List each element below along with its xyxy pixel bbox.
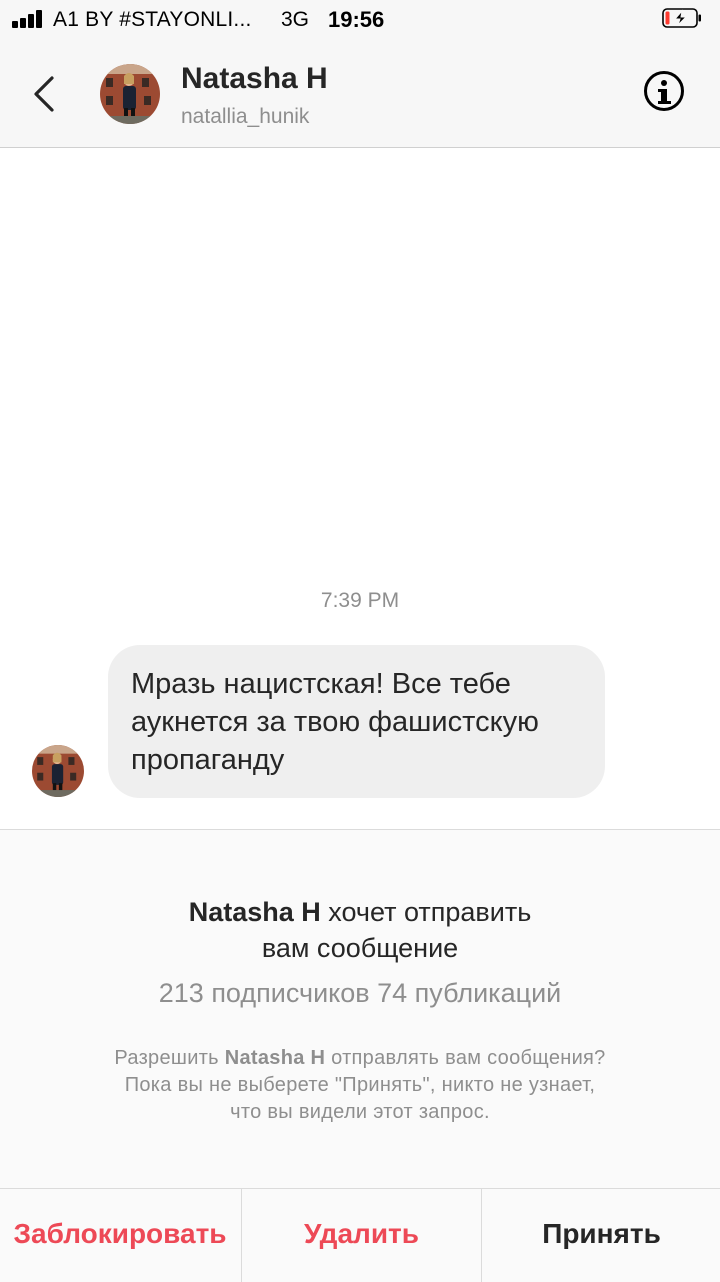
request-title: Natasha H хочет отправить вам сообщение [0, 894, 720, 966]
request-body-line-3: что вы видели этот запрос. [230, 1101, 490, 1123]
network-type: 3G [281, 8, 310, 31]
request-title-text-2: вам сообщение [261, 933, 459, 963]
message-request-panel: Natasha H хочет отправить вам сообщение … [0, 829, 720, 1282]
request-actions: Заблокировать Удалить Принять [0, 1188, 720, 1282]
battery-charging-icon [662, 8, 701, 28]
message-timestamp: 7:39 PM [320, 589, 400, 612]
signal-icon [12, 10, 46, 28]
avatar-photo [32, 745, 84, 797]
request-body-prefix: Разрешить [114, 1047, 225, 1069]
info-icon[interactable] [644, 71, 684, 111]
message-text-line: аукнется за твою фашистскую [131, 706, 539, 738]
chat-header: Natasha H natallia_hunik [0, 40, 720, 148]
contact-username[interactable]: natallia_hunik [181, 105, 309, 129]
contact-name[interactable]: Natasha H [181, 62, 328, 96]
message-text-line: пропаганду [131, 744, 285, 776]
back-chevron-icon[interactable] [26, 70, 66, 118]
request-title-name: Natasha H [188, 897, 321, 927]
request-body: Разрешить Natasha H отправлять вам сообщ… [0, 1045, 720, 1126]
message-bubble[interactable]: Мразь нацистская! Все тебе аукнется за т… [108, 645, 605, 798]
block-button[interactable]: Заблокировать [0, 1189, 240, 1282]
status-time: 19:56 [328, 7, 385, 32]
accept-button[interactable]: Принять [481, 1189, 720, 1282]
request-title-text: хочет отправить [320, 897, 532, 927]
message-text-line: Мразь нацистская! Все тебе [131, 668, 511, 700]
request-body-suffix: отправлять вам сообщения? [325, 1047, 606, 1069]
status-bar: A1 BY #STAYONLI... 3G 19:56 [0, 0, 720, 40]
carrier-label: A1 BY #STAYONLI... [53, 8, 252, 31]
sender-avatar[interactable] [32, 745, 84, 797]
request-stats: 213 подписчиков 74 публикаций [158, 978, 562, 1008]
avatar-photo [100, 64, 160, 124]
delete-button[interactable]: Удалить [241, 1189, 481, 1282]
request-body-name: Natasha H [224, 1047, 326, 1069]
avatar[interactable] [100, 64, 160, 124]
request-body-line-2: Пока вы не выберете "Принять", никто не … [124, 1074, 596, 1096]
